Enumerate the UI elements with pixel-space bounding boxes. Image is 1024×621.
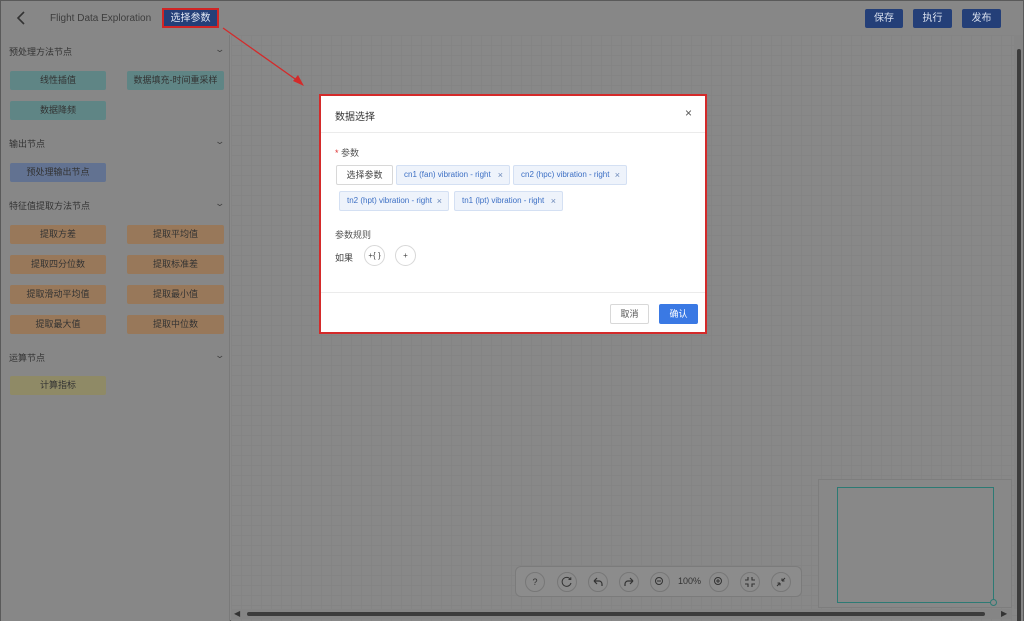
param-tag-label: cn2 (hpc) vibration - right	[521, 170, 610, 179]
tag-remove-icon[interactable]: ×	[437, 192, 442, 210]
param-tag-label: cn1 (fan) vibration - right	[404, 170, 491, 179]
param-tag: cn1 (fan) vibration - right ×	[396, 165, 510, 185]
param-label: * 参数	[335, 146, 359, 159]
tag-remove-icon[interactable]: ×	[615, 166, 620, 184]
confirm-button[interactable]: 确认	[659, 304, 698, 324]
param-tag: tn2 (hpt) vibration - right ×	[339, 191, 449, 211]
param-rule-label: 参数规则	[335, 230, 372, 240]
param-tag: cn2 (hpc) vibration - right ×	[513, 165, 627, 185]
dialog-divider	[321, 132, 705, 133]
param-tag-label: tn1 (lpt) vibration - right	[462, 196, 545, 205]
pick-params-button[interactable]: 选择参数	[336, 165, 393, 185]
dialog-title: 数据选择	[335, 112, 375, 123]
dialog-footer-divider	[321, 292, 705, 293]
app-window: Flight Data Exploration 选择参数 保存 执行 发布 预处…	[0, 0, 1024, 621]
if-label: 如果	[335, 253, 354, 263]
param-label-text: 参数	[341, 148, 360, 158]
tag-remove-icon[interactable]: ×	[498, 166, 503, 184]
tag-remove-icon[interactable]: ×	[551, 192, 556, 210]
add-rule-button[interactable]: +	[395, 245, 416, 266]
data-select-dialog: 数据选择 × * 参数 选择参数 cn1 (fan) vibration - r…	[319, 94, 707, 334]
cancel-button[interactable]: 取消	[610, 304, 649, 324]
param-tag: tn1 (lpt) vibration - right ×	[454, 191, 563, 211]
expression-button[interactable]: +{ }	[364, 245, 385, 266]
close-icon[interactable]: ×	[685, 106, 692, 120]
param-tag-label: tn2 (hpt) vibration - right	[347, 196, 432, 205]
required-mark: *	[335, 148, 339, 158]
